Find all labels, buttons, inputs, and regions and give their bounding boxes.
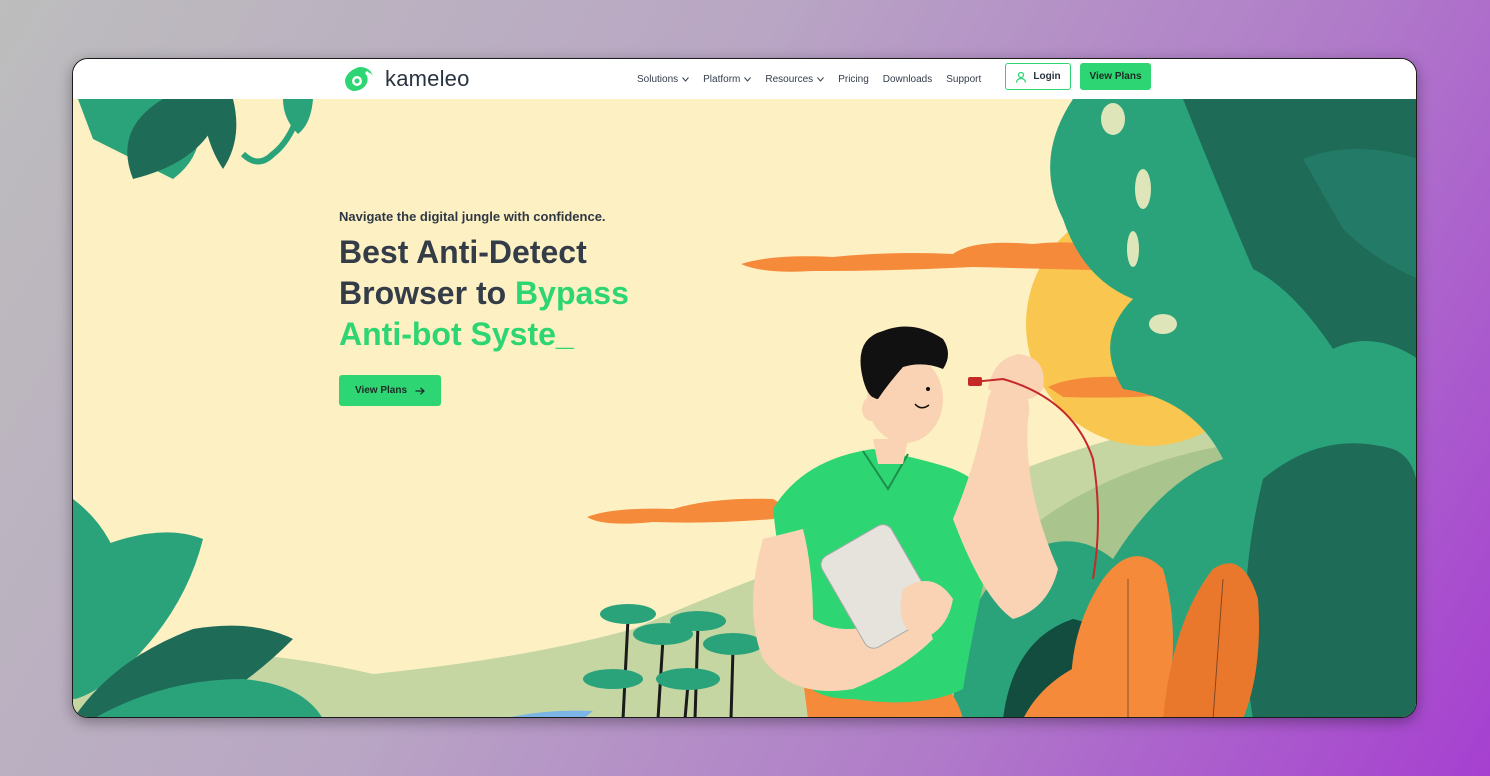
chevron-down-icon (817, 76, 825, 82)
nav-label: Platform (703, 73, 741, 85)
jungle-illustration (73, 99, 1416, 717)
brand-logo[interactable]: kameleo (341, 63, 470, 95)
cta-label: View Plans (354, 385, 408, 396)
nav-support[interactable]: Support (946, 74, 981, 85)
browser-frame: kameleo Solutions Platform Resources Pri… (72, 58, 1417, 718)
nav-solutions[interactable]: Solutions (637, 73, 690, 85)
user-icon (1016, 71, 1027, 83)
hero-tagline: Navigate the digital jungle with confide… (339, 209, 606, 224)
headline-accent: Bypass (515, 275, 629, 311)
hero-headline: Best Anti-Detect Browser to Bypass Anti-… (339, 232, 659, 355)
nav-downloads[interactable]: Downloads (883, 74, 932, 85)
nav-view-plans-button[interactable]: View Plans (1080, 63, 1151, 90)
brand-name: kameleo (385, 66, 470, 91)
view-plans-label: View Plans (1089, 71, 1142, 82)
headline-line-2: Browser to Bypass (339, 273, 659, 314)
arrow-right-icon (415, 386, 425, 395)
nav-platform[interactable]: Platform (703, 73, 752, 85)
nav-label: Solutions (637, 73, 679, 85)
nav-label: Downloads (882, 73, 933, 85)
headline-line-3: Anti-bot Syste_ (339, 316, 574, 352)
nav-resources[interactable]: Resources (765, 73, 825, 85)
login-button[interactable]: Login (1005, 63, 1071, 90)
main-nav: Solutions Platform Resources Pricing Dow… (637, 59, 981, 99)
chevron-down-icon (682, 76, 690, 82)
hero-section: Navigate the digital jungle with confide… (339, 209, 659, 406)
chameleon-logo-icon (345, 67, 373, 91)
hero-view-plans-button[interactable]: View Plans (339, 375, 441, 406)
nav-pricing[interactable]: Pricing (838, 74, 869, 85)
headline-line-1: Best Anti-Detect (339, 234, 587, 270)
headline-plain: Browser to (339, 275, 516, 311)
top-navbar: kameleo Solutions Platform Resources Pri… (73, 59, 1416, 99)
nav-label: Resources (765, 73, 814, 85)
nav-label: Support (946, 73, 982, 85)
nav-label: Pricing (838, 73, 869, 85)
chevron-down-icon (744, 76, 752, 82)
login-label: Login (1033, 71, 1061, 82)
